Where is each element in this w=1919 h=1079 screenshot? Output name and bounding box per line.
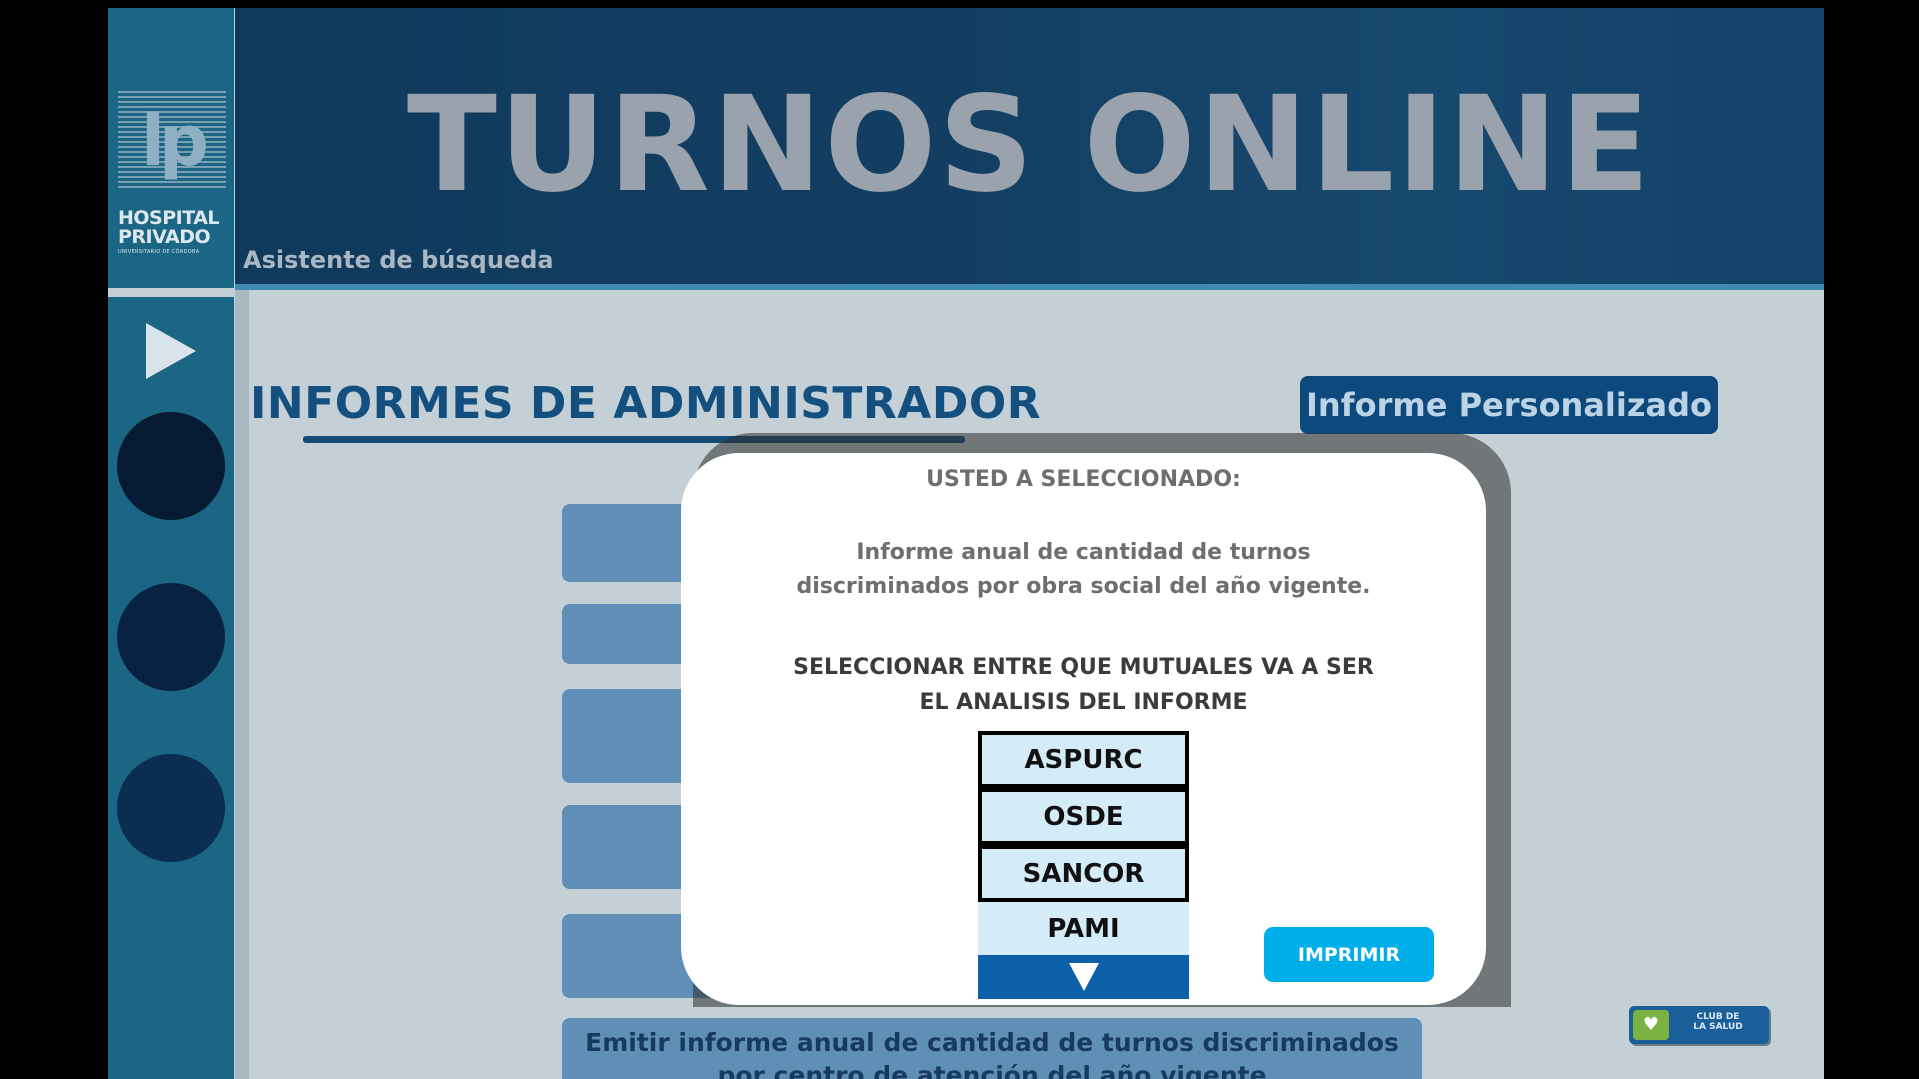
dialog-instruction: SELECCIONAR ENTRE QUE MUTUALES VA A SER … [681,650,1486,720]
sidebar-circle-button-1[interactable] [117,412,225,520]
app-title: TURNOS ONLINE [406,68,1653,222]
triangle-down-icon [1068,963,1099,991]
sidebar-circle-button-3[interactable] [117,754,225,862]
scroll-down-button[interactable] [978,955,1189,999]
sidebar-separator [108,288,234,297]
selection-dialog: USTED A SELECCIONADO: Informe anual de c… [681,453,1486,1005]
club-de-la-salud-logo[interactable]: ♥ CLUB DE LA SALUD [1629,1006,1769,1044]
logo-mark: lp [140,100,209,182]
mutual-option-aspurc[interactable]: ASPURC [978,731,1189,788]
mutual-list[interactable]: ASPURC OSDE SANCOR PAMI [978,731,1189,999]
hospital-logo[interactable]: lp HOSPITAL PRIVADO UNIVERSITARIO DE CÓR… [116,91,228,256]
logo-small-text: UNIVERSITARIO DE CÓRDOBA [118,249,200,255]
play-icon[interactable] [146,323,196,379]
dialog-description: Informe anual de cantidad de turnos disc… [681,536,1486,604]
custom-report-button[interactable]: Informe Personalizado [1300,376,1718,434]
club-heart-icon: ♥ [1633,1010,1669,1040]
club-line2: LA SALUD [1693,1022,1743,1032]
app-window: lp HOSPITAL PRIVADO UNIVERSITARIO DE CÓR… [108,8,1824,1079]
instruction-line1: SELECCIONAR ENTRE QUE MUTUALES VA A SER [793,655,1374,680]
section-title: INFORMES DE ADMINISTRADOR [250,378,1042,429]
header-divider [235,284,1824,290]
sidebar-circle-button-2[interactable] [117,583,225,691]
mutual-option-osde[interactable]: OSDE [978,788,1189,845]
content-edge [235,290,249,1079]
sidebar: lp HOSPITAL PRIVADO UNIVERSITARIO DE CÓR… [108,8,234,1079]
header-subtitle: Asistente de búsqueda [243,246,554,274]
mutual-option-pami[interactable]: PAMI [978,902,1189,955]
description-line1: Informe anual de cantidad de turnos [856,540,1311,565]
logo-line2: PRIVADO [118,226,211,248]
club-line1: CLUB DE [1696,1012,1740,1022]
report-item-text: Emitir informe anual de cantidad de turn… [585,1028,1399,1079]
instruction-line2: EL ANALISIS DEL INFORME [919,690,1248,715]
mutual-option-sancor[interactable]: SANCOR [978,845,1189,902]
club-text: CLUB DE LA SALUD [1679,1012,1757,1032]
description-line2: discriminados por obra social del año vi… [796,574,1371,599]
logo-text: HOSPITAL PRIVADO [118,209,220,248]
print-button[interactable]: IMPRIMIR [1264,927,1434,982]
header-banner: TURNOS ONLINE Asistente de búsqueda [235,8,1824,284]
dialog-heading: USTED A SELECCIONADO: [926,467,1241,492]
report-item-6[interactable]: Emitir informe anual de cantidad de turn… [562,1018,1422,1079]
